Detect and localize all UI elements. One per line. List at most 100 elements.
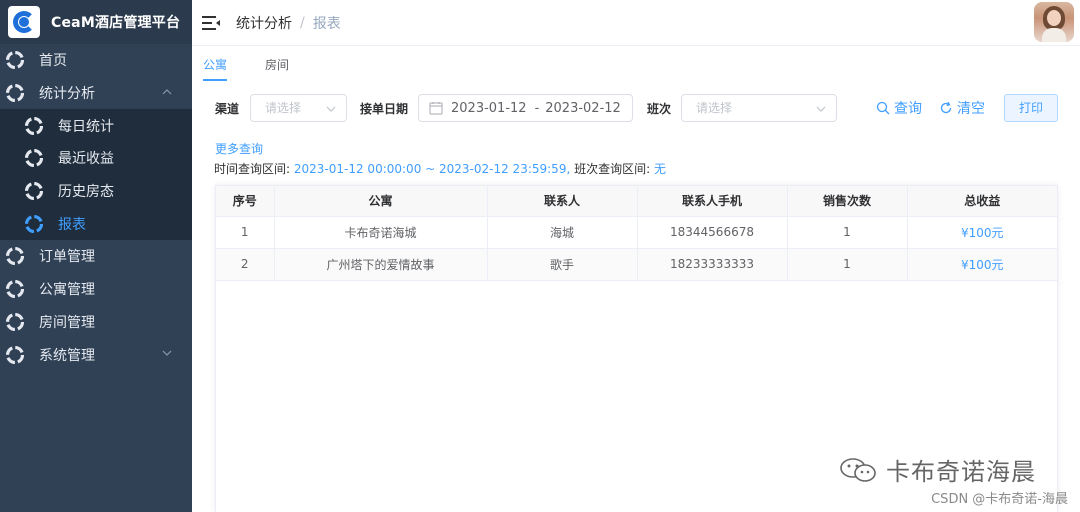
chevron-down-icon bbox=[816, 104, 826, 114]
sidebar-item[interactable]: 报表 bbox=[0, 207, 192, 241]
column-header: 销售次数 bbox=[787, 186, 908, 217]
sidebar-item-label: 首页 bbox=[39, 53, 67, 70]
breadcrumb-item[interactable]: 统计分析 bbox=[236, 13, 292, 33]
sidebar-item-label: 房间管理 bbox=[39, 314, 95, 331]
chevron-down-icon bbox=[326, 104, 336, 114]
sidebar-item-label: 最近收益 bbox=[58, 151, 114, 168]
sidebar-item[interactable]: 每日统计 bbox=[0, 109, 192, 143]
breadcrumb: 统计分析 / 报表 bbox=[236, 13, 341, 33]
column-header: 序号 bbox=[216, 186, 275, 217]
time-range-label: 时间查询区间: bbox=[214, 162, 291, 176]
date-separator: - bbox=[534, 100, 540, 116]
app-title: CeaM酒店管理平台 bbox=[51, 15, 181, 31]
menu-icon bbox=[6, 51, 24, 70]
table-cell: 海城 bbox=[487, 216, 638, 249]
menu-icon bbox=[6, 345, 24, 364]
table-cell: ¥100元 bbox=[907, 248, 1057, 281]
tab-bar: 公寓 房间 bbox=[203, 56, 327, 81]
sidebar-item-label: 统计分析 bbox=[39, 86, 95, 103]
sidebar-item-label: 系统管理 bbox=[39, 347, 95, 364]
shift-placeholder: 请选择 bbox=[696, 101, 733, 115]
wechat-icon bbox=[838, 456, 880, 484]
menu-icon bbox=[6, 247, 24, 266]
breadcrumb-current: 报表 bbox=[312, 15, 341, 32]
date-end: 2023-02-12 bbox=[545, 100, 621, 116]
tab-room[interactable]: 房间 bbox=[265, 56, 289, 81]
clear-label: 清空 bbox=[957, 101, 985, 117]
more-query-link[interactable]: 更多查询 bbox=[215, 140, 263, 157]
shift-range-label: 班次查询区间: bbox=[574, 162, 651, 176]
calendar-icon bbox=[429, 101, 443, 115]
shift-label: 班次 bbox=[647, 102, 672, 116]
sidebar-item-label: 订单管理 bbox=[39, 249, 95, 266]
hamburger-icon[interactable] bbox=[202, 15, 220, 31]
table-cell: 广州塔下的爱情故事 bbox=[274, 248, 488, 281]
table-body: 1 卡布奇诺海城 海城 18344566678 1 ¥100元 2 广州塔下的爱情故事 歌手 18… bbox=[216, 216, 1057, 281]
sidebar-item-label: 公寓管理 bbox=[39, 282, 95, 299]
chevron-down-icon bbox=[162, 348, 172, 358]
time-range-value: 2023-01-12 00:00:00 ~ 2023-02-12 23:59:5… bbox=[293, 162, 571, 176]
shift-range-value: 无 bbox=[653, 162, 666, 176]
date-start: 2023-01-12 bbox=[451, 100, 527, 116]
logo-area: CeaM酒店管理平台 bbox=[0, 0, 192, 44]
table-header-row: 序号 公寓 联系人 联系人手机 销售次数 总收益 bbox=[216, 186, 1057, 217]
column-header: 联系人手机 bbox=[637, 186, 788, 217]
breadcrumb-separator: / bbox=[300, 14, 305, 31]
search-icon bbox=[876, 101, 890, 115]
sidebar: CeaM酒店管理平台 首页统计分析每日统计最近收益历史房态报表订单管理公寓管理房… bbox=[0, 0, 192, 512]
menu-icon bbox=[25, 182, 43, 201]
sidebar-item[interactable]: 首页 bbox=[0, 44, 192, 77]
query-label: 查询 bbox=[894, 101, 922, 117]
header: 统计分析 / 报表 bbox=[192, 0, 1080, 46]
filter-bar: 渠道 请选择 接单日期 2023-01-12 - 2023-02-12 班次 请… bbox=[215, 94, 1075, 122]
sidebar-item[interactable]: 房间管理 bbox=[0, 306, 192, 339]
sidebar-item[interactable]: 历史房态 bbox=[0, 174, 192, 208]
refresh-icon bbox=[939, 101, 953, 115]
sidebar-item[interactable]: 最近收益 bbox=[0, 142, 192, 175]
table-cell: 2 bbox=[216, 248, 275, 281]
sidebar-item-label: 历史房态 bbox=[58, 184, 114, 201]
date-label: 接单日期 bbox=[360, 102, 409, 116]
table-cell: 1 bbox=[787, 248, 908, 281]
column-header: 总收益 bbox=[907, 186, 1057, 217]
watermark-text: 卡布奇诺海晨 bbox=[886, 458, 1036, 486]
clear-button[interactable]: 清空 bbox=[939, 98, 985, 118]
table-cell: ¥100元 bbox=[907, 216, 1057, 249]
menu-icon bbox=[25, 116, 43, 135]
sidebar-item[interactable]: 统计分析 bbox=[0, 77, 192, 110]
avatar[interactable] bbox=[1034, 2, 1074, 42]
csdn-watermark: CSDN @卡布奇诺-海晨 bbox=[931, 492, 1068, 507]
menu-icon bbox=[6, 84, 24, 103]
logo-icon bbox=[8, 6, 40, 38]
table-cell: 卡布奇诺海城 bbox=[274, 216, 488, 249]
shift-select[interactable]: 请选择 bbox=[681, 94, 837, 122]
table-cell: 18344566678 bbox=[637, 216, 788, 249]
channel-placeholder: 请选择 bbox=[265, 101, 302, 115]
table-cell: 1 bbox=[216, 216, 275, 249]
chevron-up-icon bbox=[162, 87, 172, 97]
table-row[interactable]: 1 卡布奇诺海城 海城 18344566678 1 ¥100元 bbox=[216, 216, 1057, 249]
table-row[interactable]: 2 广州塔下的爱情故事 歌手 18233333333 1 ¥100元 bbox=[216, 248, 1057, 281]
sidebar-item[interactable]: 系统管理 bbox=[0, 338, 192, 371]
watermark: 卡布奇诺海晨 bbox=[838, 452, 1036, 487]
tab-apartment[interactable]: 公寓 bbox=[203, 56, 228, 81]
date-range-picker[interactable]: 2023-01-12 - 2023-02-12 bbox=[418, 94, 633, 122]
menu-icon bbox=[6, 280, 24, 299]
sidebar-item-label: 每日统计 bbox=[58, 118, 114, 135]
column-header: 联系人 bbox=[487, 186, 638, 217]
sidebar-item[interactable]: 公寓管理 bbox=[0, 273, 192, 306]
menu-icon bbox=[25, 214, 43, 233]
menu-icon bbox=[6, 312, 24, 331]
query-button[interactable]: 查询 bbox=[876, 98, 922, 118]
query-range-info: 时间查询区间: 2023-01-12 00:00:00 ~ 2023-02-12… bbox=[214, 160, 666, 177]
channel-select[interactable]: 请选择 bbox=[250, 94, 347, 122]
print-button[interactable]: 打印 bbox=[1004, 94, 1058, 122]
sidebar-item[interactable]: 订单管理 bbox=[0, 240, 192, 273]
channel-label: 渠道 bbox=[215, 102, 240, 116]
column-header: 公寓 bbox=[274, 186, 488, 217]
table-cell: 1 bbox=[787, 216, 908, 249]
sidebar-item-label: 报表 bbox=[58, 216, 86, 233]
table-cell: 歌手 bbox=[487, 248, 638, 281]
menu-icon bbox=[25, 149, 43, 168]
sidebar-menu: 首页统计分析每日统计最近收益历史房态报表订单管理公寓管理房间管理系统管理 bbox=[0, 44, 192, 371]
